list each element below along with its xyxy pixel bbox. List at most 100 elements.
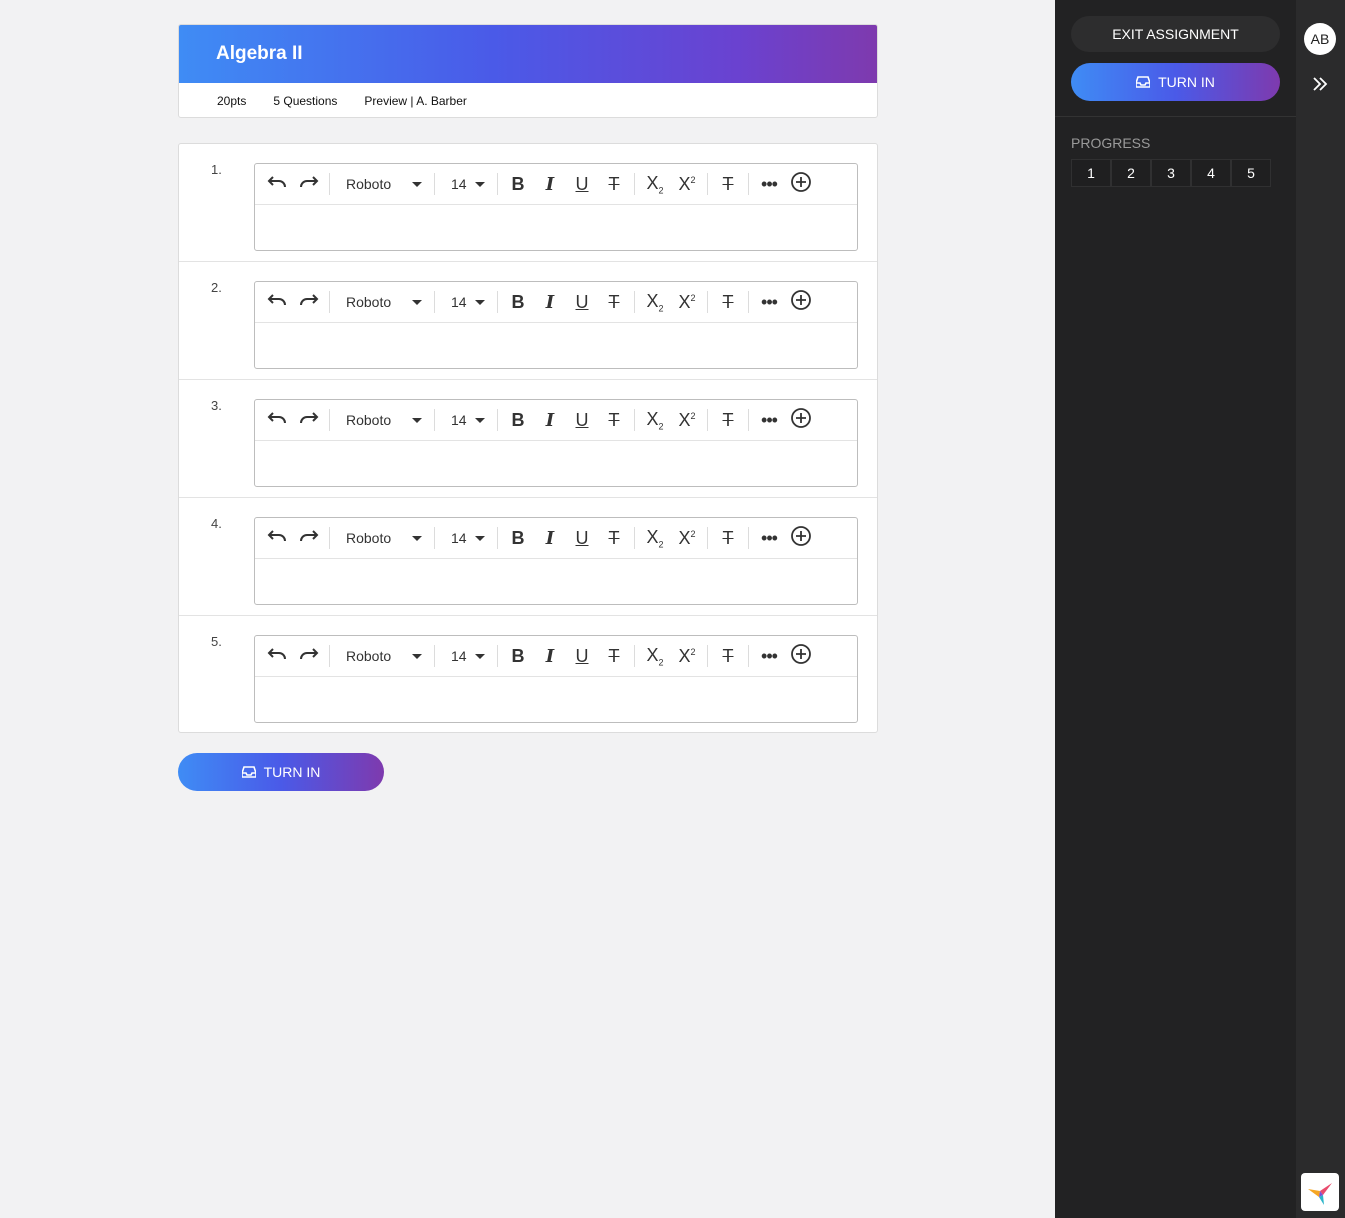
font-select[interactable]: Roboto — [334, 641, 430, 671]
font-size-select[interactable]: 14 — [439, 405, 493, 435]
bold-button[interactable]: B — [502, 169, 534, 199]
bold-button[interactable]: B — [502, 287, 534, 317]
redo-icon — [299, 410, 319, 430]
font-select[interactable]: Roboto — [334, 287, 430, 317]
bold-icon: B — [511, 645, 525, 666]
more-button[interactable]: ••• — [753, 287, 785, 317]
italic-button[interactable]: I — [534, 169, 566, 199]
answer-text-area[interactable] — [255, 441, 857, 486]
undo-button[interactable] — [261, 169, 293, 199]
bold-button[interactable]: B — [502, 641, 534, 671]
question-item: 5. Roboto 14 B I U T X2 X2 T ••• — [179, 616, 877, 734]
font-select[interactable]: Roboto — [334, 169, 430, 199]
superscript-button[interactable]: X2 — [671, 405, 703, 435]
add-circle-icon — [790, 171, 812, 198]
more-button[interactable]: ••• — [753, 641, 785, 671]
font-size-select[interactable]: 14 — [439, 641, 493, 671]
font-size-select[interactable]: 14 — [439, 523, 493, 553]
subscript-icon: X2 — [646, 644, 664, 668]
progress-item-5[interactable]: 5 — [1231, 159, 1271, 187]
chevron-double-right-icon[interactable] — [1309, 74, 1331, 94]
add-circle-button[interactable] — [785, 641, 817, 671]
redo-button[interactable] — [293, 287, 325, 317]
undo-button[interactable] — [261, 641, 293, 671]
superscript-button[interactable]: X2 — [671, 641, 703, 671]
underline-button[interactable]: U — [566, 405, 598, 435]
superscript-button[interactable]: X2 — [671, 523, 703, 553]
underline-button[interactable]: U — [566, 641, 598, 671]
strikethrough-button[interactable]: T — [598, 641, 630, 671]
undo-icon — [267, 410, 287, 430]
clear-format-button[interactable]: T — [712, 287, 744, 317]
subscript-button[interactable]: X2 — [639, 169, 671, 199]
font-size-select[interactable]: 14 — [439, 169, 493, 199]
font-select-value: Roboto — [346, 176, 392, 192]
add-circle-button[interactable] — [785, 523, 817, 553]
strikethrough-button[interactable]: T — [598, 287, 630, 317]
italic-button[interactable]: I — [534, 405, 566, 435]
answer-text-area[interactable] — [255, 323, 857, 368]
underline-button[interactable]: U — [566, 523, 598, 553]
strikethrough-button[interactable]: T — [598, 169, 630, 199]
italic-button[interactable]: I — [534, 523, 566, 553]
hummingbird-logo-icon[interactable] — [1301, 1173, 1339, 1211]
more-button[interactable]: ••• — [753, 523, 785, 553]
bold-button[interactable]: B — [502, 523, 534, 553]
font-select[interactable]: Roboto — [334, 523, 430, 553]
turn-in-button[interactable]: TURN IN — [178, 753, 384, 791]
redo-button[interactable] — [293, 641, 325, 671]
clear-format-icon: T — [722, 645, 734, 666]
redo-button[interactable] — [293, 405, 325, 435]
add-circle-button[interactable] — [785, 405, 817, 435]
italic-icon: I — [545, 527, 555, 549]
superscript-button[interactable]: X2 — [671, 169, 703, 199]
strikethrough-icon: T — [608, 527, 620, 548]
more-button[interactable]: ••• — [753, 405, 785, 435]
toolbar-divider — [634, 527, 635, 549]
redo-button[interactable] — [293, 169, 325, 199]
italic-button[interactable]: I — [534, 641, 566, 671]
add-circle-button[interactable] — [785, 287, 817, 317]
progress-item-3[interactable]: 3 — [1151, 159, 1191, 187]
clear-format-button[interactable]: T — [712, 523, 744, 553]
preview-label: Preview | A. Barber — [364, 93, 467, 108]
superscript-button[interactable]: X2 — [671, 287, 703, 317]
answer-text-area[interactable] — [255, 559, 857, 604]
exit-assignment-button[interactable]: EXIT ASSIGNMENT — [1071, 16, 1280, 52]
italic-button[interactable]: I — [534, 287, 566, 317]
subscript-button[interactable]: X2 — [639, 405, 671, 435]
progress-item-4[interactable]: 4 — [1191, 159, 1231, 187]
strikethrough-button[interactable]: T — [598, 523, 630, 553]
add-circle-button[interactable] — [785, 169, 817, 199]
underline-button[interactable]: U — [566, 287, 598, 317]
answer-editor: Roboto 14 B I U T X2 X2 T ••• — [254, 517, 858, 605]
clear-format-button[interactable]: T — [712, 641, 744, 671]
answer-text-area[interactable] — [255, 205, 857, 250]
subscript-button[interactable]: X2 — [639, 641, 671, 671]
avatar[interactable]: AB — [1304, 23, 1336, 55]
answer-text-area[interactable] — [255, 677, 857, 722]
undo-button[interactable] — [261, 523, 293, 553]
font-select[interactable]: Roboto — [334, 405, 430, 435]
question-item: 4. Roboto 14 B I U T X2 X2 T ••• — [179, 498, 877, 616]
toolbar-divider — [748, 409, 749, 431]
clear-format-button[interactable]: T — [712, 169, 744, 199]
clear-format-icon: T — [722, 527, 734, 548]
strikethrough-button[interactable]: T — [598, 405, 630, 435]
undo-button[interactable] — [261, 287, 293, 317]
subscript-button[interactable]: X2 — [639, 287, 671, 317]
undo-button[interactable] — [261, 405, 293, 435]
clear-format-button[interactable]: T — [712, 405, 744, 435]
bold-button[interactable]: B — [502, 405, 534, 435]
more-button[interactable]: ••• — [753, 169, 785, 199]
font-size-select[interactable]: 14 — [439, 287, 493, 317]
progress-item-1[interactable]: 1 — [1071, 159, 1111, 187]
add-circle-icon — [790, 407, 812, 434]
progress-item-2[interactable]: 2 — [1111, 159, 1151, 187]
redo-button[interactable] — [293, 523, 325, 553]
answer-editor: Roboto 14 B I U T X2 X2 T ••• — [254, 635, 858, 723]
answer-editor: Roboto 14 B I U T X2 X2 T ••• — [254, 163, 858, 251]
sidebar-turn-in-button[interactable]: TURN IN — [1071, 63, 1280, 101]
underline-button[interactable]: U — [566, 169, 598, 199]
subscript-button[interactable]: X2 — [639, 523, 671, 553]
